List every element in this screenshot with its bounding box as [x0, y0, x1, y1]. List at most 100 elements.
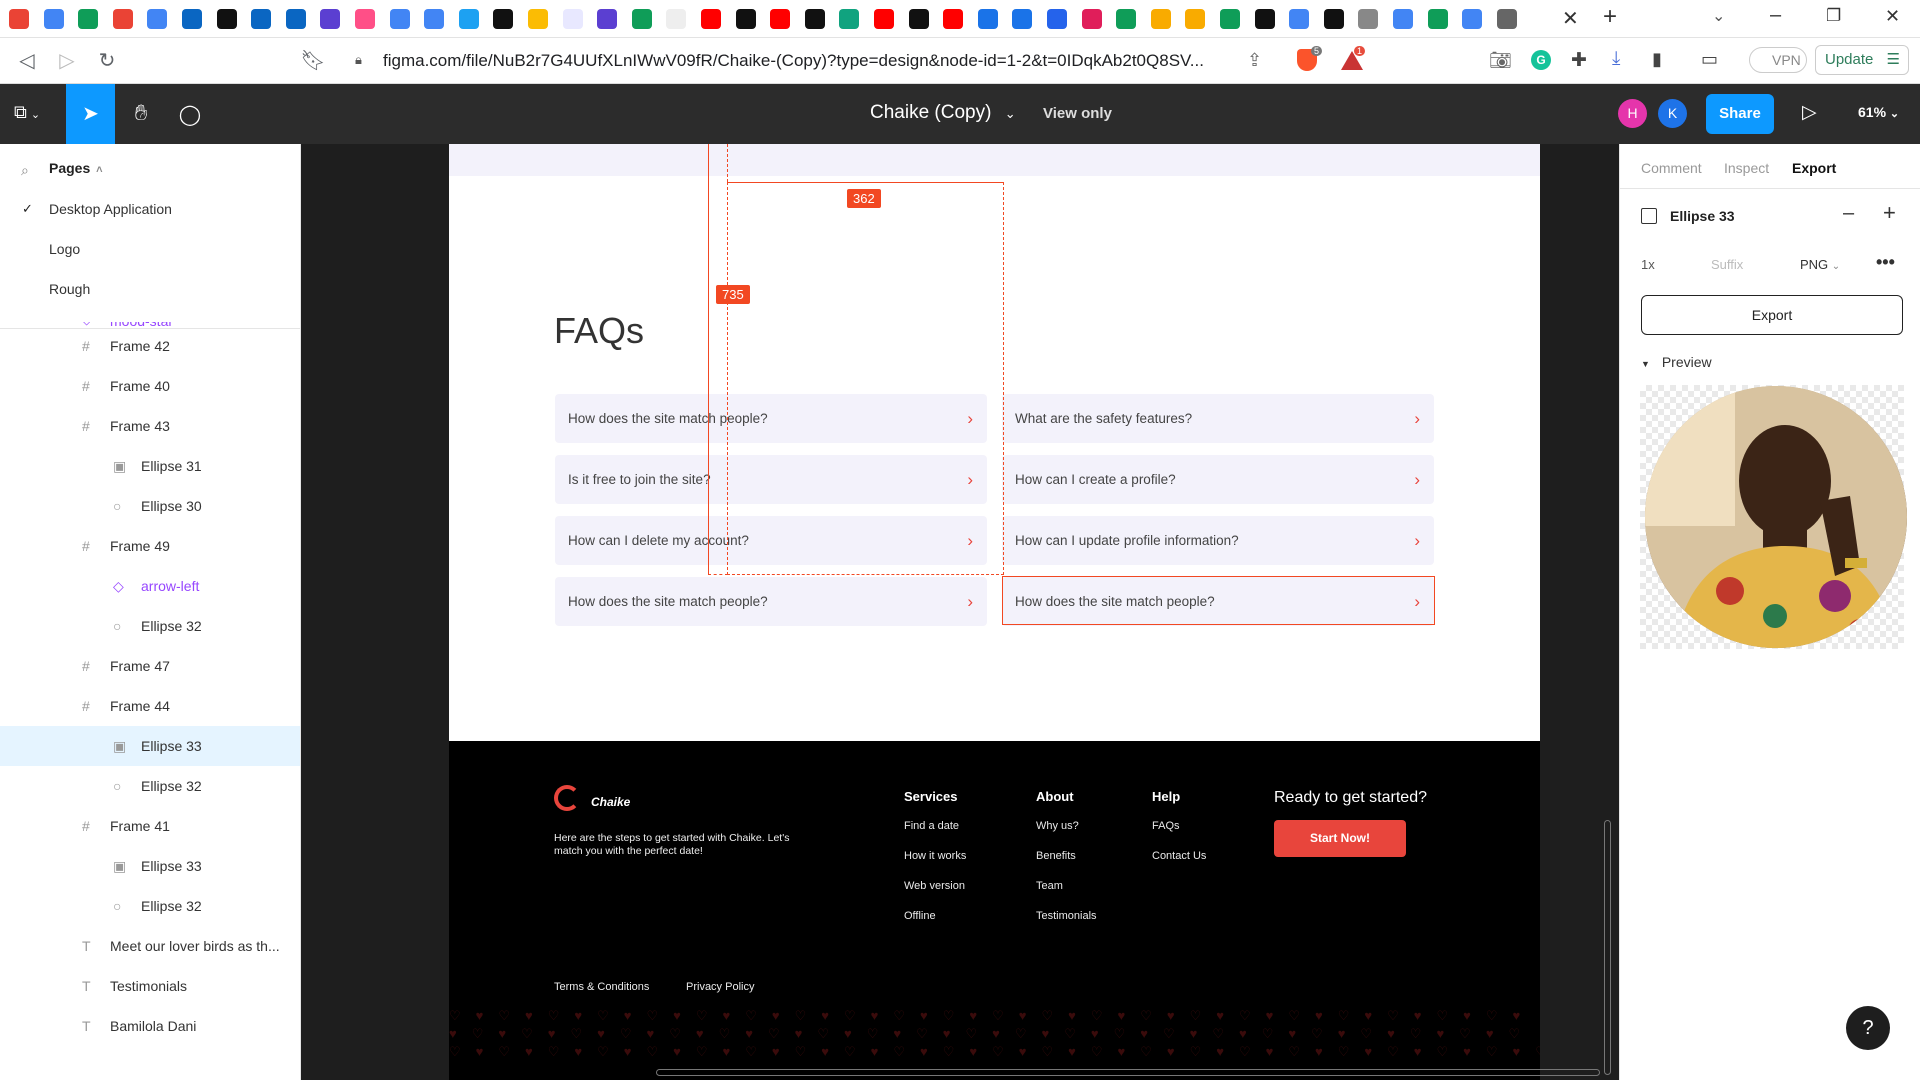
- gmail-tab-icon[interactable]: [9, 9, 29, 29]
- comment-tool-icon[interactable]: ◯: [175, 102, 205, 130]
- add-export-icon[interactable]: +: [1883, 200, 1896, 226]
- page-item[interactable]: ✓ Desktop Application: [0, 189, 300, 229]
- layer-row[interactable]: T Meet our lover birds as th...: [0, 926, 300, 966]
- drive-tab-icon[interactable]: [528, 9, 548, 29]
- youtube-tab-icon[interactable]: [943, 9, 964, 29]
- gmail-tab-icon[interactable]: [112, 9, 133, 29]
- about-link[interactable]: Benefits: [1036, 850, 1076, 862]
- sheets-tab-icon[interactable]: [1220, 9, 1240, 29]
- sidebar-icon[interactable]: ▮: [1652, 49, 1662, 70]
- google-tab-icon[interactable]: [1289, 9, 1310, 29]
- help-link[interactable]: FAQs: [1152, 820, 1180, 832]
- slack-tab-icon[interactable]: [1081, 9, 1102, 29]
- layer-row[interactable]: # Frame 42: [0, 326, 300, 366]
- minimize-icon[interactable]: –: [1770, 4, 1781, 27]
- download-icon[interactable]: ⤓: [1612, 48, 1620, 70]
- help-button[interactable]: ?: [1846, 1006, 1890, 1050]
- layer-row[interactable]: ○ Ellipse 30: [0, 486, 300, 526]
- back-icon[interactable]: ◁: [14, 48, 40, 74]
- avatar-k[interactable]: K: [1658, 99, 1687, 128]
- selenium-tab-icon[interactable]: [1427, 9, 1448, 29]
- world-tab-icon[interactable]: [1358, 9, 1379, 29]
- format-select[interactable]: PNG ⌄: [1800, 257, 1840, 272]
- share-page-icon[interactable]: ⇪: [1247, 50, 1262, 71]
- faq-item[interactable]: How does the site match people? ›: [555, 577, 987, 626]
- maximize-icon[interactable]: ❐: [1826, 6, 1841, 26]
- figma-menu-button[interactable]: ⧉ ⌄: [14, 102, 54, 126]
- extensions-icon[interactable]: ✚: [1571, 49, 1587, 72]
- layer-row[interactable]: # Frame 44: [0, 686, 300, 726]
- linkedin-tab-icon[interactable]: [285, 9, 306, 29]
- more-options-icon[interactable]: •••: [1876, 252, 1895, 273]
- design-canvas[interactable]: FAQs How does the site match people? › Is …: [301, 144, 1619, 1080]
- faq-item[interactable]: How can I update profile information? ›: [1002, 516, 1434, 565]
- grammarly-icon[interactable]: G: [1531, 50, 1551, 70]
- forward-icon[interactable]: ▷: [54, 48, 80, 74]
- update-button[interactable]: Update ☰: [1815, 45, 1909, 75]
- layer-row[interactable]: # Frame 40: [0, 366, 300, 406]
- calendar-tab-icon[interactable]: [147, 9, 168, 29]
- help-link[interactable]: Contact Us: [1152, 850, 1206, 862]
- file-title-button[interactable]: Chaike (Copy) ⌄: [870, 102, 1016, 124]
- meet-tab-icon[interactable]: [1393, 9, 1413, 29]
- start-now-button[interactable]: Start Now!: [1274, 820, 1406, 857]
- grammarly-tab-icon[interactable]: [216, 9, 237, 29]
- linkedin-tab-icon[interactable]: [251, 9, 272, 29]
- shield-tab-icon[interactable]: [1012, 9, 1033, 29]
- vertical-scrollbar[interactable]: [1604, 820, 1611, 1075]
- export-button[interactable]: Export: [1641, 295, 1903, 335]
- globe-tab-icon[interactable]: [1496, 9, 1517, 29]
- youtube-tab-icon[interactable]: [701, 9, 721, 29]
- bookmark-icon[interactable]: 🔖︎: [300, 48, 326, 74]
- layer-row[interactable]: ○ Ellipse 32: [0, 766, 300, 806]
- forms-tab-icon[interactable]: [320, 9, 341, 29]
- sheets-tab-icon[interactable]: [1116, 9, 1137, 29]
- youtube-tab-icon[interactable]: [770, 9, 791, 29]
- zoom-menu[interactable]: 61% ⌄: [1858, 104, 1899, 120]
- about-link[interactable]: Testimonials: [1036, 910, 1097, 922]
- layer-row[interactable]: # Frame 41: [0, 806, 300, 846]
- layer-row[interactable]: ○ Ellipse 32: [0, 606, 300, 646]
- services-link[interactable]: Web version: [904, 880, 965, 892]
- window-close-icon[interactable]: ✕: [1885, 6, 1900, 27]
- terms-link[interactable]: Terms & Conditions: [554, 981, 649, 993]
- forms-tab-icon[interactable]: [597, 9, 618, 29]
- keep-tab-icon[interactable]: [1150, 9, 1171, 29]
- layer-row[interactable]: ▣ Ellipse 33: [0, 726, 300, 766]
- present-play-icon[interactable]: ▷: [1802, 101, 1817, 124]
- scale-select[interactable]: 1x: [1641, 257, 1655, 272]
- preview-toggle[interactable]: ▼ Preview: [1641, 354, 1712, 370]
- about-link[interactable]: Team: [1036, 880, 1063, 892]
- services-link[interactable]: Offline: [904, 910, 936, 922]
- shield-tab-icon[interactable]: [977, 9, 998, 29]
- sheets-tab-icon[interactable]: [78, 9, 99, 29]
- horizontal-scrollbar[interactable]: [656, 1069, 1600, 1076]
- move-tool-button[interactable]: ➤: [66, 84, 115, 144]
- layer-row[interactable]: # Frame 43: [0, 406, 300, 446]
- page-item[interactable]: Logo: [0, 229, 300, 269]
- faq-item[interactable]: What are the safety features? ›: [1002, 394, 1434, 443]
- layer-row[interactable]: ▣ Ellipse 31: [0, 446, 300, 486]
- docs-tab-icon[interactable]: [424, 9, 445, 29]
- docs-tab-icon[interactable]: [389, 9, 410, 29]
- layer-row[interactable]: # Frame 47: [0, 646, 300, 686]
- share-button[interactable]: Share: [1706, 94, 1774, 134]
- github-tab-icon[interactable]: [804, 9, 825, 29]
- search-icon[interactable]: ⌕: [21, 162, 29, 179]
- seven-tab-icon[interactable]: [1254, 9, 1275, 29]
- arrow-tab-icon[interactable]: [1047, 9, 1067, 29]
- docs-tab-icon[interactable]: [43, 9, 64, 29]
- youtube-tab-icon[interactable]: [874, 9, 894, 29]
- hand-tool-icon[interactable]: ✋︎: [126, 100, 156, 128]
- layer-row[interactable]: T Testimonials: [0, 966, 300, 1006]
- vpn-button[interactable]: VPN: [1749, 47, 1807, 73]
- keep-tab-icon[interactable]: [1185, 9, 1206, 29]
- figma-tab-icon[interactable]: [355, 9, 375, 29]
- tab-search-icon[interactable]: ⌄: [1712, 6, 1725, 26]
- google-tab-icon[interactable]: [1462, 9, 1483, 29]
- services-link[interactable]: Find a date: [904, 820, 959, 832]
- app-tab-icon[interactable]: [1323, 9, 1344, 29]
- new-tab-icon[interactable]: +: [1603, 3, 1617, 31]
- camera-icon[interactable]: 📷︎: [1489, 50, 1512, 71]
- github-tab-icon[interactable]: [493, 9, 514, 29]
